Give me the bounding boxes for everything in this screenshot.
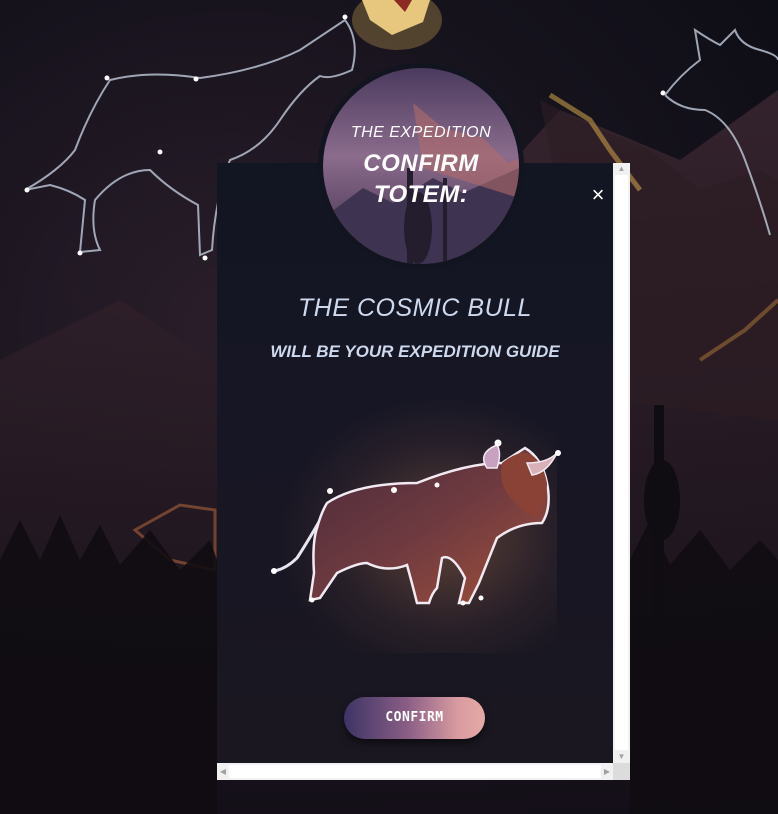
- scroll-right-icon[interactable]: ▶: [601, 763, 613, 780]
- confirm-button[interactable]: CONFIRM: [344, 697, 485, 739]
- scroll-left-icon[interactable]: ◀: [217, 763, 229, 780]
- scrollbar-corner: [613, 763, 630, 780]
- emblem-title: CONFIRM TOTEM:: [323, 148, 519, 210]
- close-icon[interactable]: ×: [589, 184, 607, 206]
- totem-subtitle: WILL BE YOUR EXPEDITION GUIDE: [270, 342, 560, 361]
- scroll-up-icon[interactable]: ▲: [613, 163, 630, 175]
- scroll-down-icon[interactable]: ▼: [613, 751, 630, 763]
- vertical-scroll-thumb[interactable]: [615, 175, 628, 750]
- totem-name: THE COSMIC BULL: [298, 294, 532, 322]
- horizontal-scroll-thumb[interactable]: [229, 765, 601, 778]
- emblem-title-line: CONFIRM: [363, 150, 479, 177]
- bull-horn-left: [482, 444, 501, 469]
- emblem-title-line: TOTEM:: [373, 181, 469, 208]
- crown-icon: [352, 0, 442, 50]
- vertical-scrollbar[interactable]: ▲ ▼: [613, 163, 630, 763]
- emblem-subtitle: THE EXPEDITION: [350, 124, 492, 141]
- expedition-emblem: THE EXPEDITION CONFIRM TOTEM:: [318, 63, 524, 269]
- horizontal-scrollbar[interactable]: ◀ ▶: [217, 763, 613, 780]
